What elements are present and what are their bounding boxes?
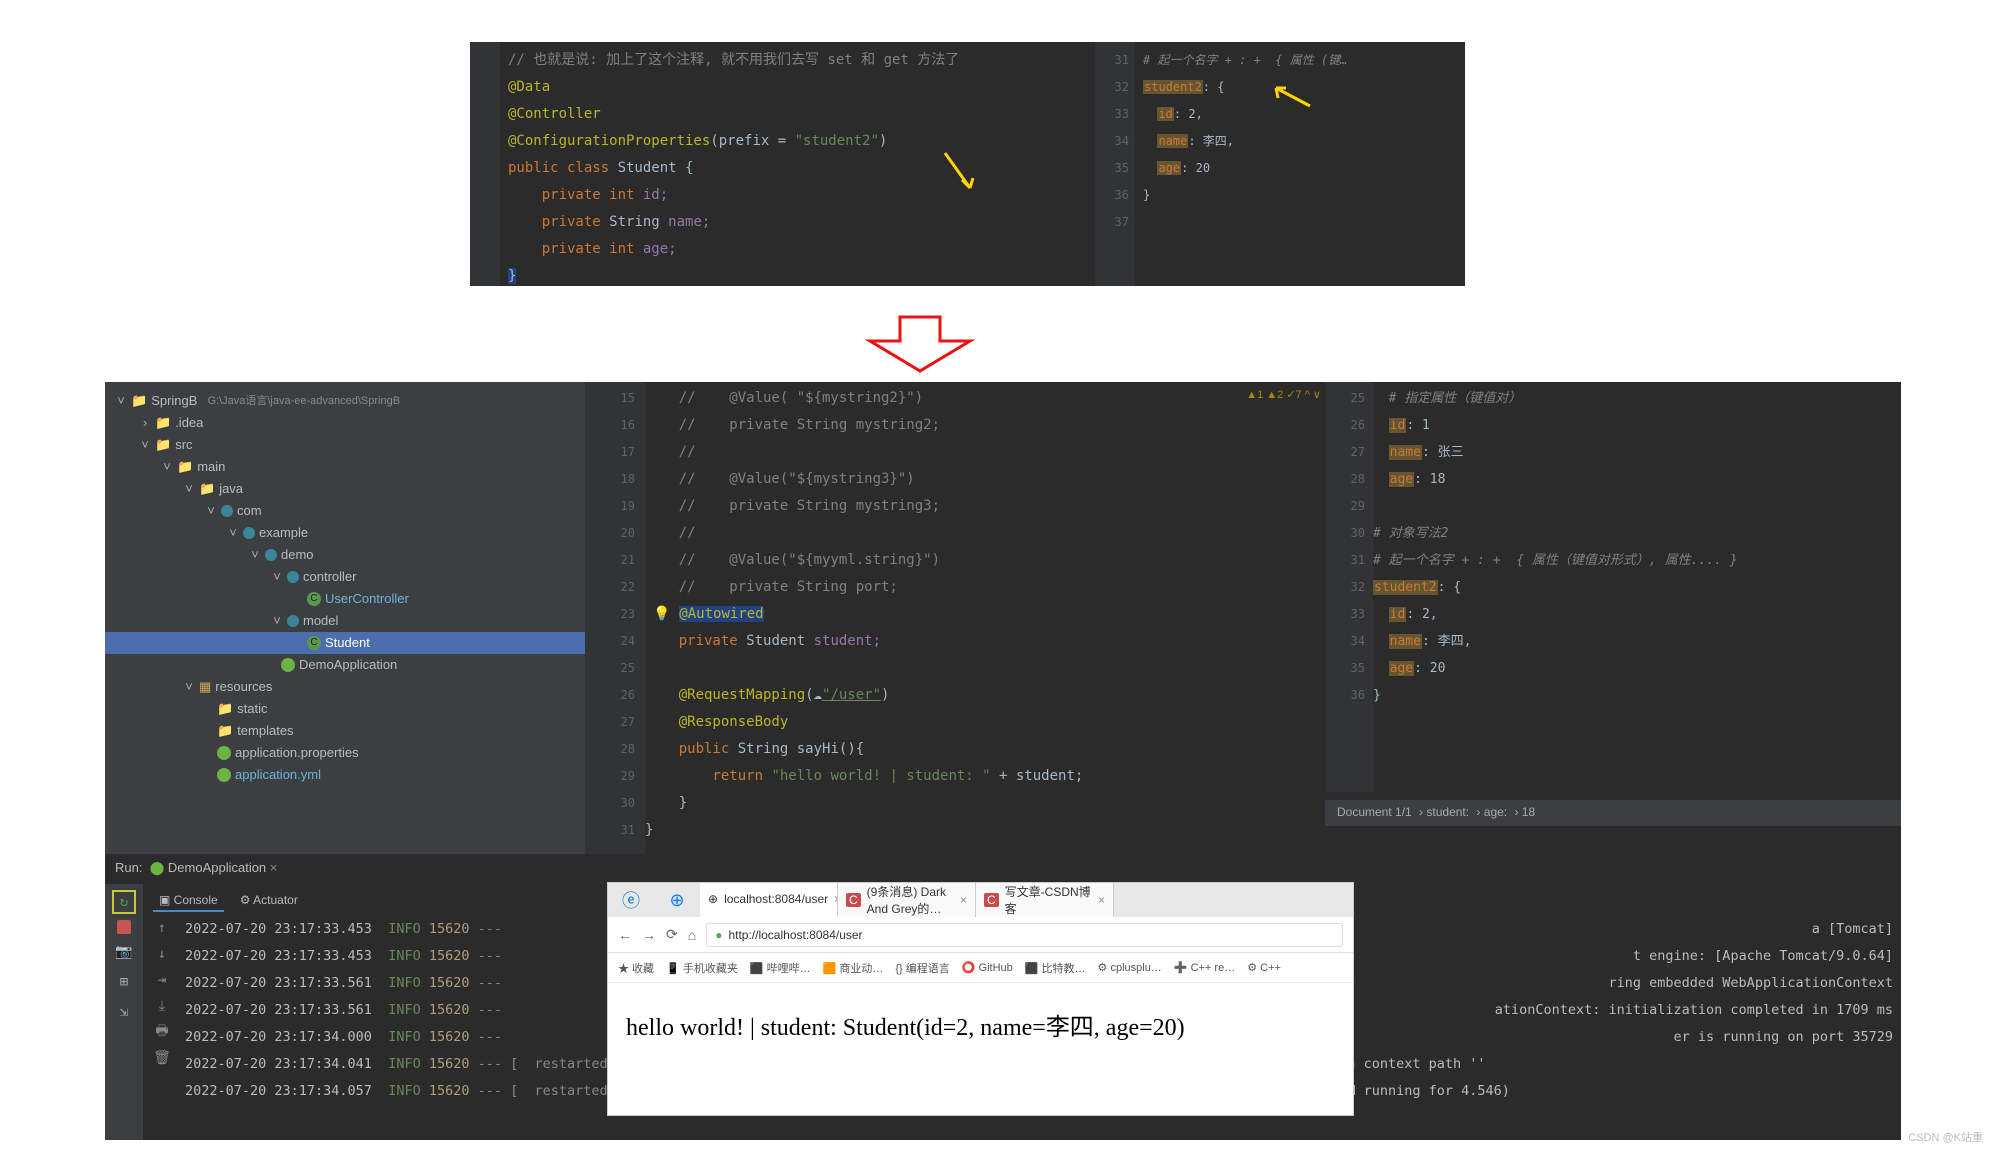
console-toolbar: ↑ ↓ ⇥ ⤓ 🖶 🗑 bbox=[147, 912, 177, 1138]
home-button[interactable]: ⌂ bbox=[688, 927, 696, 943]
tree-student[interactable]: C Student bbox=[105, 632, 585, 654]
stop-button[interactable] bbox=[117, 920, 131, 934]
browser-tab-1[interactable]: ⊕localhost:8084/user× bbox=[700, 883, 838, 917]
pin-icon[interactable]: ⇲ bbox=[112, 1000, 136, 1024]
tab-console[interactable]: ▣ Console bbox=[153, 890, 224, 912]
tree-main[interactable]: ˅📁 main bbox=[105, 456, 585, 478]
comment-line: // 也就是说: 加上了这个注释, 就不用我们去写 set 和 get 方法了 bbox=[508, 52, 959, 68]
yaml-code[interactable]: # 指定属性（键值对） id: 1 name: 张三 age: 18 # 对象写… bbox=[1373, 382, 1901, 792]
bookmark-item[interactable]: ★ 收藏 bbox=[618, 960, 654, 976]
bookmark-item[interactable]: 📱 手机收藏夹 bbox=[666, 960, 738, 976]
up-icon[interactable]: ↑ bbox=[152, 918, 172, 938]
breadcrumb[interactable]: Document 1/1 › student: › age: › 18 bbox=[1325, 800, 1901, 826]
camera-icon[interactable]: 📷 bbox=[112, 940, 136, 964]
close-icon[interactable]: × bbox=[1098, 893, 1105, 907]
rerun-button[interactable]: ↻ bbox=[112, 890, 136, 914]
bookmark-item[interactable]: ⚙ cplusplu… bbox=[1098, 961, 1162, 974]
tree-com[interactable]: ˅ com bbox=[105, 500, 585, 522]
browser-tab-3[interactable]: C写文章-CSDN博客× bbox=[976, 883, 1114, 917]
tree-templates[interactable]: 📁 templates bbox=[105, 720, 585, 742]
bookmark-item[interactable]: ⬛ 比特教… bbox=[1025, 960, 1086, 976]
yellow-arrow-right bbox=[1268, 82, 1318, 112]
edge-icon[interactable]: ⓔ bbox=[608, 883, 654, 917]
tree-src[interactable]: ˅📁 src bbox=[105, 434, 585, 456]
watermark: CSDN @K站重 bbox=[1908, 1129, 1983, 1145]
run-toolbar: ↻ 📷 ⊞ ⇲ bbox=[105, 884, 143, 1140]
gutter: 31323334353637 bbox=[1095, 42, 1135, 286]
ann-data: @Data bbox=[508, 79, 550, 95]
inspection-widget[interactable]: ▲1 ▲2 ✓7 ^ ∨ bbox=[1246, 388, 1321, 401]
back-button[interactable]: ← bbox=[618, 927, 632, 943]
gutter bbox=[470, 42, 500, 286]
bookmark-item[interactable]: 🟧 商业动… bbox=[823, 960, 884, 976]
code[interactable]: // 也就是说: 加上了这个注释, 就不用我们去写 set 和 get 方法了 … bbox=[500, 42, 1190, 286]
top-yaml-editor: 31323334353637 # 起一个名字 + : + { 属性 (键… st… bbox=[1095, 42, 1465, 286]
close-icon[interactable]: × bbox=[960, 893, 967, 907]
run-title: Run: ⬤ DemoApplication × bbox=[105, 854, 1901, 882]
tree-resources[interactable]: ˅▦ resources bbox=[105, 676, 585, 698]
forward-button[interactable]: → bbox=[642, 927, 656, 943]
tab-actuator[interactable]: ⚙ Actuator bbox=[234, 890, 304, 912]
browser-window: ⓔ ⊕ ⊕localhost:8084/user× C(9条消息) Dark A… bbox=[607, 882, 1354, 1116]
bookmark-item[interactable]: ⭕ GitHub bbox=[962, 961, 1013, 974]
wrap-icon[interactable]: ⇥ bbox=[152, 970, 172, 990]
clear-icon[interactable]: 🗑 bbox=[152, 1048, 172, 1068]
bookmark-item[interactable]: ⚙ C++ bbox=[1247, 961, 1281, 974]
gutter: 252627282930313233343536 bbox=[1325, 382, 1373, 792]
center-editor[interactable]: ▲1 ▲2 ✓7 ^ ∨ 151617181920212223242526272… bbox=[585, 382, 1325, 854]
yaml-code[interactable]: # 起一个名字 + : + { 属性 (键… student2: { id: 2… bbox=[1135, 42, 1465, 286]
tree-demo[interactable]: ˅ demo bbox=[105, 544, 585, 566]
ann-autowired: @Autowired bbox=[679, 606, 763, 622]
tree-usercontroller[interactable]: C UserController bbox=[105, 588, 585, 610]
main-ide: ˅📁 SpringBG:\Java语言\java-ee-advanced\Spr… bbox=[105, 382, 1901, 854]
ann-configprops: @ConfigurationProperties bbox=[508, 133, 710, 149]
tree-demoapp[interactable]: DemoApplication bbox=[105, 654, 585, 676]
lock-icon: ● bbox=[715, 928, 722, 942]
tree-root[interactable]: ˅📁 SpringBG:\Java语言\java-ee-advanced\Spr… bbox=[105, 390, 585, 412]
bookmark-item[interactable]: {} 编程语言 bbox=[895, 960, 949, 976]
bookmark-item[interactable]: ➕ C++ re… bbox=[1174, 961, 1235, 974]
layout-icon[interactable]: ⊞ bbox=[112, 970, 136, 994]
tree-example[interactable]: ˅ example bbox=[105, 522, 585, 544]
tree-java[interactable]: ˅📁 java bbox=[105, 478, 585, 500]
scroll-icon[interactable]: ⤓ bbox=[152, 996, 172, 1016]
project-tree[interactable]: ˅📁 SpringBG:\Java语言\java-ee-advanced\Spr… bbox=[105, 382, 585, 854]
down-icon[interactable]: ↓ bbox=[152, 944, 172, 964]
tree-idea[interactable]: ›📁 .idea bbox=[105, 412, 585, 434]
tree-static[interactable]: 📁 static bbox=[105, 698, 585, 720]
yellow-arrow-left bbox=[940, 148, 980, 198]
code[interactable]: // @Value( "${mystring2}") // private St… bbox=[645, 382, 1325, 854]
bookmark-item[interactable]: ⬛ 哔哩哔… bbox=[750, 960, 811, 976]
url-input[interactable]: ●http://localhost:8084/user bbox=[706, 923, 1343, 947]
tree-model[interactable]: ˅ model bbox=[105, 610, 585, 632]
red-arrow-icon bbox=[860, 315, 980, 375]
gutter: 1516171819202122232425262728293031 bbox=[585, 382, 645, 854]
print-icon[interactable]: 🖶 bbox=[152, 1022, 172, 1042]
page-body: hello world! | student: Student(id=2, na… bbox=[608, 983, 1353, 1066]
browser-tabs: ⓔ ⊕ ⊕localhost:8084/user× C(9条消息) Dark A… bbox=[608, 883, 1353, 917]
new-tab-icon[interactable]: ⊕ bbox=[654, 883, 700, 917]
tree-app-props[interactable]: application.properties bbox=[105, 742, 585, 764]
tree-controller[interactable]: ˅ controller bbox=[105, 566, 585, 588]
right-yaml-editor[interactable]: 252627282930313233343536 # 指定属性（键值对） id:… bbox=[1325, 382, 1901, 792]
address-bar: ← → ⟳ ⌂ ●http://localhost:8084/user bbox=[608, 917, 1353, 953]
reload-button[interactable]: ⟳ bbox=[666, 926, 678, 943]
bookmarks-bar: ★ 收藏 📱 手机收藏夹 ⬛ 哔哩哔… 🟧 商业动… {} 编程语言 ⭕ GitHub ⬛ … bbox=[608, 953, 1353, 983]
tree-app-yml[interactable]: application.yml bbox=[105, 764, 585, 786]
ann-controller: @Controller bbox=[508, 106, 601, 122]
browser-tab-2[interactable]: C(9条消息) Dark And Grey的…× bbox=[838, 883, 976, 917]
top-java-editor: // 也就是说: 加上了这个注释, 就不用我们去写 set 和 get 方法了 … bbox=[470, 42, 1190, 286]
